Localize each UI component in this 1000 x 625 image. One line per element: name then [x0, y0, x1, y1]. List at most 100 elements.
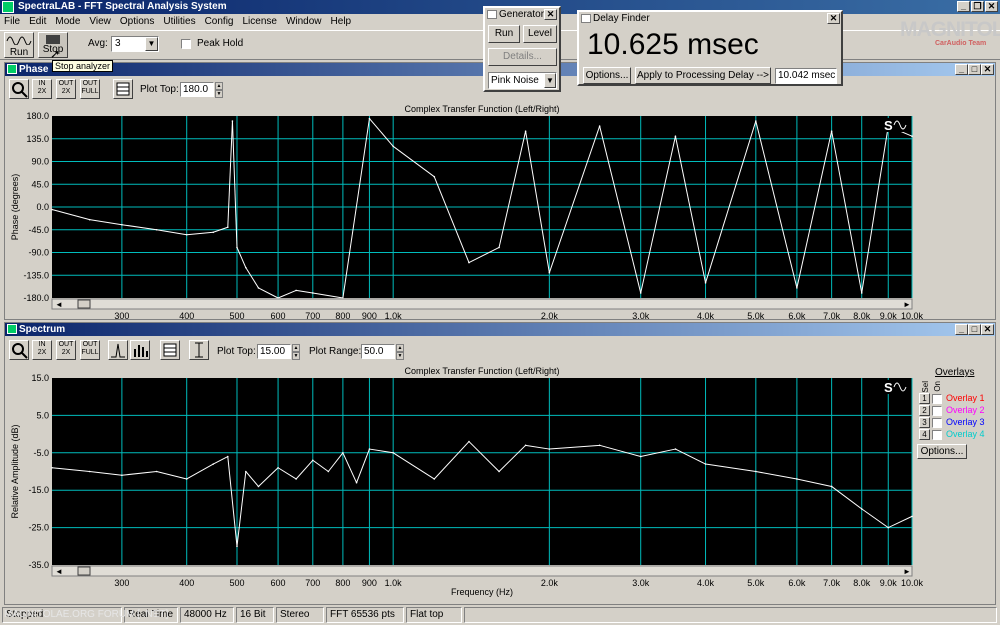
spectrum-plot-top-input[interactable]: 15.00	[257, 344, 291, 359]
minimize-icon[interactable]: _	[957, 1, 970, 12]
spectrum-close-icon[interactable]: ✕	[981, 324, 994, 335]
data-point	[51, 466, 53, 469]
zoom-icon[interactable]	[9, 79, 29, 99]
generator-level-button[interactable]: Level	[523, 25, 557, 43]
data-point	[121, 474, 123, 477]
spectrum-maximize-icon[interactable]: □	[968, 324, 981, 335]
scroll-right-icon[interactable]: ►	[903, 567, 911, 576]
spin-down-icon[interactable]: ▼	[215, 90, 223, 98]
generator-run-button[interactable]: Run	[488, 25, 520, 43]
menu-item-help[interactable]: Help	[331, 14, 352, 30]
plot-area	[52, 378, 912, 565]
menu-item-edit[interactable]: Edit	[29, 14, 46, 30]
app-icon	[2, 1, 14, 13]
menu-item-utilities[interactable]: Utilities	[163, 14, 195, 30]
scroll-left-icon[interactable]: ◄	[55, 300, 63, 309]
delay-field[interactable]: 10.042 msec	[775, 68, 837, 84]
data-point	[796, 478, 798, 480]
watermark-subtitle: CarAudio Team	[935, 40, 987, 47]
delay-finder-dialog: Delay Finder ✕ 10.625 msec Options... Ap…	[577, 10, 843, 86]
zoom-out-x2-icon[interactable]: OUT 2X	[56, 340, 76, 360]
y-tick-label: 45.0	[31, 179, 49, 189]
data-point	[257, 287, 260, 289]
scroll-right-icon[interactable]: ►	[903, 300, 911, 309]
restore-icon[interactable]: ❐	[971, 1, 984, 12]
data-point	[295, 478, 297, 480]
spin-down-icon[interactable]: ▼	[292, 352, 300, 360]
generator-details-button[interactable]: Details...	[488, 48, 557, 66]
peak-hold-label: Peak Hold	[197, 38, 244, 49]
peak-icon[interactable]	[108, 340, 128, 360]
x-tick-label: 600	[271, 311, 286, 321]
zoom-out-x2-icon[interactable]: OUT 2X	[56, 79, 76, 99]
phase-plot-top-input[interactable]: 180.0	[180, 82, 214, 97]
data-point	[392, 452, 394, 454]
data-point	[524, 130, 527, 132]
data-point	[548, 271, 551, 274]
horizontal-scrollbar[interactable]	[51, 298, 913, 310]
x-tick-label: 8.0k	[853, 578, 871, 588]
phase-maximize-icon[interactable]: □	[968, 64, 981, 75]
phase-close-icon[interactable]: ✕	[981, 64, 994, 75]
data-point	[236, 246, 238, 249]
scroll-thumb[interactable]	[77, 299, 91, 309]
menu-item-options[interactable]: Options	[120, 14, 154, 30]
menu-item-config[interactable]: Config	[205, 14, 234, 30]
y-tick-label: 0.0	[36, 202, 49, 212]
delay-options-button[interactable]: Options...	[583, 67, 631, 84]
y-tick-label: 135.0	[26, 134, 49, 144]
y-tick-label: 90.0	[31, 157, 49, 167]
menu-item-view[interactable]: View	[89, 14, 111, 30]
menu-item-mode[interactable]: Mode	[55, 14, 80, 30]
close-icon[interactable]: ✕	[985, 1, 998, 12]
menu-item-license[interactable]: License	[242, 14, 276, 30]
spin-down-icon[interactable]: ▼	[396, 352, 404, 360]
generator-close-icon[interactable]: ✕	[544, 9, 557, 20]
bars-icon[interactable]	[130, 340, 150, 360]
data-point	[226, 455, 229, 458]
data-point	[312, 292, 314, 294]
zoom-out-full-icon[interactable]: OUT FULL	[80, 79, 100, 99]
peak-hold-checkbox[interactable]	[181, 39, 191, 49]
spectrum-minimize-icon[interactable]: _	[955, 324, 968, 335]
avg-select[interactable]: 3 ▼	[111, 36, 159, 52]
menu-item-file[interactable]: File	[4, 14, 20, 30]
chevron-down-icon[interactable]: ▼	[544, 73, 556, 88]
noise-type-select[interactable]: Pink Noise ▼	[488, 72, 557, 89]
zoom-out-full-icon[interactable]: OUT FULL	[80, 340, 100, 360]
x-tick-label: 1.0k	[385, 578, 403, 588]
avg-label: Avg:	[88, 38, 108, 49]
run-button[interactable]: Run	[4, 32, 34, 58]
chevron-down-icon[interactable]: ▼	[145, 37, 158, 51]
spin-up-icon[interactable]: ▲	[215, 82, 223, 90]
spin-up-icon[interactable]: ▲	[292, 344, 300, 352]
delay-value: 10.625 msec	[587, 28, 759, 61]
x-tick-label: 7.0k	[823, 578, 841, 588]
spectrum-title-bar: Spectrum	[5, 323, 995, 336]
status-channels: Stereo	[276, 607, 324, 623]
delay-finder-title-bar: Delay Finder ✕	[579, 12, 841, 26]
x-tick-label: 2.0k	[541, 311, 559, 321]
table-icon[interactable]	[160, 340, 180, 360]
status-sample-rate: 48000 Hz	[180, 607, 234, 623]
phase-minimize-icon[interactable]: _	[955, 64, 968, 75]
spectrum-plot-range-input[interactable]: 50.0	[361, 344, 395, 359]
stop-icon	[46, 35, 60, 44]
zoom-icon[interactable]	[9, 340, 29, 360]
table-icon[interactable]	[113, 79, 133, 99]
range-icon[interactable]	[189, 340, 209, 360]
data-point	[392, 145, 394, 148]
horizontal-scrollbar[interactable]	[51, 565, 913, 577]
data-point	[185, 478, 188, 480]
generator-title: Generator	[499, 9, 545, 20]
zoom-in-x2-icon[interactable]: IN 2X	[32, 340, 52, 360]
spin-up-icon[interactable]: ▲	[396, 344, 404, 352]
apply-delay-button[interactable]: Apply to Processing Delay -->	[635, 67, 771, 84]
scroll-left-icon[interactable]: ◄	[55, 567, 63, 576]
delay-finder-close-icon[interactable]: ✕	[827, 13, 840, 24]
status-fft-size: FFT 65536 pts	[326, 607, 404, 623]
scroll-thumb[interactable]	[77, 566, 91, 576]
zoom-in-x2-icon[interactable]: IN 2X	[32, 79, 52, 99]
menu-item-window[interactable]: Window	[286, 14, 322, 30]
data-point	[51, 208, 53, 211]
